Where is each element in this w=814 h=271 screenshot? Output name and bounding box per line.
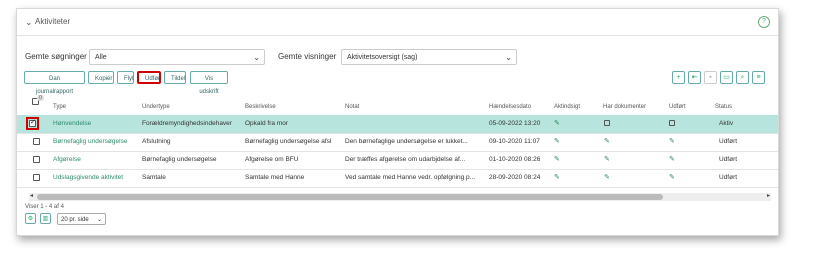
row-status: Udført (719, 156, 738, 163)
access-check-icon: ✎ (554, 120, 560, 127)
done-empty-icon (669, 120, 675, 126)
add-icon[interactable]: + (672, 71, 685, 84)
row-date: 01-10-2020 08:26 (489, 156, 541, 163)
row-type[interactable]: Børnefaglig undersøgelse (53, 138, 127, 145)
saved-searches-select[interactable]: Alle ⌄ (89, 49, 265, 65)
scroll-left-icon[interactable]: ◂ (30, 192, 33, 199)
row-undertype: Samtale (142, 174, 166, 181)
column-header-access[interactable]: Aktindsigt (554, 104, 580, 110)
table-row[interactable]: Børnefaglig undersøgelse Afslutning Børn… (17, 133, 778, 152)
row-type[interactable]: Udslagsgivende aktivitet (53, 174, 123, 181)
row-type[interactable]: Hønvendelse (53, 120, 91, 127)
row-note: Der træffes afgørelse om udarbjdelse af.… (345, 156, 466, 163)
saved-views-value: Aktivitetsoversigt (sag) (347, 54, 418, 61)
selection-count-badge: 0 (37, 95, 44, 101)
row-checkbox[interactable] (29, 118, 36, 127)
search-icon[interactable]: ⌕ (736, 71, 749, 84)
row-description: Samtale med Hanne (245, 174, 305, 181)
horizontal-scrollbar[interactable]: ◂ ▸ (29, 193, 771, 201)
table-row[interactable]: Udslagsgivende aktivitet Samtale Samtale… (17, 169, 778, 188)
layout-icon[interactable]: ▥ (40, 213, 51, 224)
row-description: Afgørelse om BFU (245, 156, 299, 163)
journal-report-button[interactable]: Dan journalrapport (24, 71, 85, 95)
settings-icon[interactable]: ⚙ (25, 213, 36, 224)
column-header-note[interactable]: Notat (345, 104, 359, 110)
column-header-undertype[interactable]: Undertype (142, 104, 170, 110)
activities-panel: ⌄ Aktiviteter ? Gemte søgninger Alle ⌄ G… (16, 8, 779, 236)
row-undertype: Børnefaglig undersøgelse (142, 156, 217, 163)
access-check-icon: ✎ (554, 156, 560, 163)
row-undertype: Afslutning (142, 138, 171, 145)
saved-searches-label: Gemte søgninger (25, 52, 87, 61)
column-header-description[interactable]: Beskrivelse (245, 104, 276, 110)
result-count: Viser 1 - 4 af 4 (25, 204, 64, 210)
column-header-has-documents[interactable]: Har dokumenter (603, 104, 646, 110)
panel-title: Aktiviteter (35, 17, 71, 26)
table-row[interactable]: Hønvendelse Forældremyndighedsindehaver … (17, 115, 778, 134)
row-checkbox[interactable] (33, 138, 40, 145)
column-header-status[interactable]: Status (715, 104, 732, 110)
access-check-icon: ✎ (554, 138, 560, 145)
row-status: Aktiv (719, 120, 734, 127)
row-note: Ved samtale med Hanne vedr. opfølgning p… (345, 174, 476, 181)
row-type[interactable]: Afgørelse (53, 156, 81, 163)
row-checkbox[interactable] (33, 174, 40, 181)
row-checkbox[interactable] (33, 156, 40, 163)
scroll-right-icon[interactable]: ▸ (767, 192, 770, 199)
copy-button[interactable]: Kopiér (88, 71, 114, 84)
print-preview-button[interactable]: Vis udskrift (190, 71, 228, 95)
row-status: Udført (719, 174, 738, 181)
row-description: Børnefaglig undersøgelse afsl (245, 138, 332, 145)
row-description: Opkald fra mor (245, 120, 288, 127)
column-header-type[interactable]: Type (53, 104, 66, 110)
has-documents-empty-icon (604, 120, 610, 126)
assign-button[interactable]: Tildel (164, 71, 186, 84)
scrollbar-thumb[interactable] (37, 194, 663, 200)
saved-searches-value: Alle (95, 54, 107, 61)
table-row[interactable]: Afgørelse Børnefaglig undersøgelse Afgør… (17, 151, 778, 170)
row-date: 28-09-2020 08:24 (489, 174, 541, 181)
saved-views-select[interactable]: Aktivitetsoversigt (sag) ⌄ (341, 49, 517, 65)
has-documents-check-icon: ✎ (604, 156, 610, 163)
done-check-icon: ✎ (669, 156, 675, 163)
column-header-done[interactable]: Udført (669, 104, 686, 110)
has-documents-check-icon: ✎ (604, 174, 610, 181)
chevron-down-icon[interactable]: ⌄ (25, 17, 33, 28)
page-size-value: 20 pr. side (61, 217, 89, 223)
chevron-down-icon: ⌄ (253, 53, 260, 62)
saved-views-label: Gemte visninger (278, 52, 337, 61)
move-button[interactable]: Flyt (117, 71, 134, 84)
row-note: Den børnefaglige undersøgelse er lukket.… (345, 138, 468, 145)
chevron-down-icon: ⌄ (96, 217, 102, 223)
panel-header: ⌄ Aktiviteter ? (17, 9, 778, 36)
page-size-select[interactable]: 20 pr. side ⌄ (57, 213, 106, 225)
column-header-date[interactable]: Hændelsesdato (489, 104, 531, 110)
row-date: 05-09-2022 13:20 (489, 120, 541, 127)
chevron-down-icon: ⌄ (505, 53, 512, 62)
lock-icon[interactable]: ▪ (704, 71, 717, 84)
row-date: 09-10-2020 11:07 (489, 138, 540, 145)
done-check-icon: ✎ (669, 138, 675, 145)
import-icon[interactable]: ⇤ (688, 71, 701, 84)
row-status: Udført (719, 138, 738, 145)
columns-icon[interactable]: ≡ (752, 71, 765, 84)
has-documents-check-icon: ✎ (604, 138, 610, 145)
row-undertype: Forældremyndighedsindehaver (142, 120, 232, 127)
document-icon[interactable]: ▭ (720, 71, 733, 84)
execute-button[interactable]: Udfør (137, 71, 161, 84)
done-check-icon: ✎ (669, 174, 675, 181)
help-icon[interactable]: ? (758, 16, 770, 28)
access-check-icon: ✎ (554, 174, 560, 181)
